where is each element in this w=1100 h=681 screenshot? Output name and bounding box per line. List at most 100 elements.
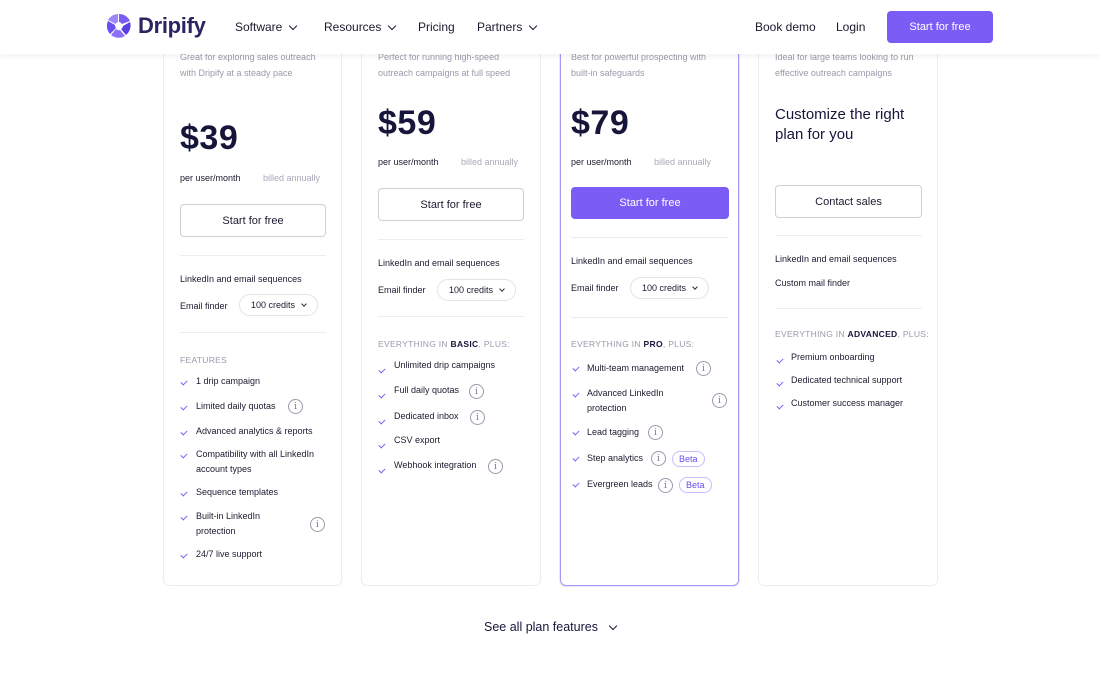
book-demo-label: Book demo — [755, 20, 816, 34]
section-suffix: , PLUS: — [662, 339, 695, 349]
chevron-down-icon — [608, 621, 618, 630]
start-free-button[interactable]: Start for free — [571, 187, 729, 219]
plan-price: $59 — [378, 104, 437, 142]
email-finder-label: Email finder — [571, 283, 619, 293]
email-finder-label: Email finder — [180, 301, 228, 311]
contact-sales-button[interactable]: Contact sales — [775, 185, 922, 218]
email-finder-label: Email finder — [378, 285, 426, 295]
section-heading: EVERYTHING IN ADVANCED, PLUS: — [775, 329, 929, 339]
credits-dropdown[interactable]: 100 credits — [239, 294, 319, 316]
login-link[interactable]: Login — [836, 20, 865, 34]
nav-resources-label: Resources — [324, 20, 382, 34]
price-unit: per user/month — [180, 173, 241, 183]
chevron-down-icon — [289, 21, 298, 30]
section-suffix: , PLUS: — [897, 329, 929, 339]
nav-resources[interactable]: Resources — [324, 20, 397, 34]
check-icon — [180, 551, 188, 559]
plan-card-advanced: Best for powerful prospecting with built… — [560, 20, 739, 586]
book-demo-link[interactable]: Book demo — [755, 20, 816, 34]
plan-price: $79 — [571, 104, 630, 142]
see-all-features-link[interactable]: See all plan features — [484, 620, 618, 634]
sequences-label: LinkedIn and email sequences — [180, 274, 302, 284]
price-unit: per user/month — [571, 157, 632, 167]
start-free-button[interactable]: Start for free — [180, 204, 326, 237]
feature-item: Advanced LinkedIn protection — [587, 388, 664, 413]
info-icon[interactable]: i — [712, 393, 727, 408]
divider — [571, 237, 729, 238]
feature-item: CSV export — [394, 435, 441, 445]
credits-dropdown[interactable]: 100 credits — [437, 279, 517, 301]
login-label: Login — [836, 20, 866, 34]
check-icon — [378, 466, 386, 474]
chevron-down-icon — [301, 301, 307, 307]
logo-wordmark: Dripify — [138, 13, 206, 38]
section-plan: PRO — [643, 339, 663, 349]
section-prefix: EVERYTHING IN — [571, 339, 641, 349]
check-icon — [378, 366, 386, 374]
info-icon[interactable]: i — [658, 478, 673, 493]
feature-item: Customer success manager — [791, 398, 904, 408]
plan-card-basic: Great for exploring sales outreach with … — [163, 20, 342, 586]
info-icon[interactable]: i — [488, 459, 503, 474]
nav-software[interactable]: Software — [235, 20, 298, 34]
feature-item: 24/7 live support — [196, 549, 263, 559]
divider — [775, 308, 922, 309]
check-icon — [180, 403, 188, 411]
nav-pricing[interactable]: Pricing — [418, 20, 455, 34]
feature-item: Lead tagging — [587, 427, 640, 437]
check-icon — [378, 441, 386, 449]
credits-value: 100 credits — [251, 300, 296, 310]
check-icon — [572, 390, 580, 398]
chevron-down-icon — [499, 286, 505, 292]
credits-dropdown[interactable]: 100 credits — [630, 277, 710, 299]
info-icon[interactable]: i — [651, 451, 666, 466]
divider — [180, 255, 326, 256]
feature-item: Sequence templates — [196, 487, 279, 497]
check-icon — [572, 454, 580, 462]
check-icon — [572, 364, 580, 372]
info-icon[interactable]: i — [648, 425, 663, 440]
info-icon[interactable]: i — [310, 517, 325, 532]
info-icon[interactable]: i — [288, 399, 303, 414]
info-icon[interactable]: i — [470, 410, 485, 425]
custom-plan-title: Customize the right plan for you — [775, 106, 905, 143]
check-icon — [572, 480, 580, 488]
section-suffix: , PLUS: — [478, 339, 510, 349]
check-icon — [180, 451, 188, 459]
feature-item: Full daily quotas — [394, 385, 460, 395]
feature-item: 1 drip campaign — [196, 376, 261, 386]
check-icon — [180, 378, 188, 386]
feature-item: Dedicated technical support — [791, 375, 903, 385]
section-plan: BASIC — [450, 339, 479, 349]
info-icon[interactable]: i — [469, 384, 484, 399]
divider — [571, 317, 729, 318]
nav-software-label: Software — [235, 20, 283, 34]
features-heading: FEATURES — [180, 355, 228, 365]
divider — [775, 235, 922, 236]
feature-item: Limited daily quotas — [196, 401, 276, 411]
section-plan: ADVANCED — [847, 329, 898, 339]
check-icon — [572, 428, 580, 436]
nav-partners[interactable]: Partners — [477, 20, 538, 34]
chevron-down-icon — [692, 284, 698, 290]
feature-item: Step analytics — [587, 453, 644, 463]
check-icon — [180, 489, 188, 497]
divider — [378, 316, 524, 317]
plan-card-enterprise: Ideal for large teams looking to run eff… — [758, 20, 938, 586]
plan-price: $39 — [180, 119, 239, 157]
section-heading: EVERYTHING IN BASIC, PLUS: — [378, 339, 510, 349]
chevron-down-icon — [388, 21, 397, 30]
feature-item: Dedicated inbox — [394, 411, 459, 421]
divider — [180, 332, 326, 333]
beta-badge: Beta — [672, 451, 705, 467]
start-free-button[interactable]: Start for free — [378, 188, 524, 221]
feature-item: Webhook integration — [394, 460, 477, 470]
mail-finder-label: Custom mail finder — [775, 278, 851, 288]
feature-item: Premium onboarding — [791, 352, 875, 362]
billing-note: billed annually — [654, 157, 712, 167]
credits-value: 100 credits — [642, 283, 687, 293]
billing-note: billed annually — [461, 157, 519, 167]
dripify-logo[interactable]: Dripify — [106, 13, 206, 39]
nav-start-free-button[interactable]: Start for free — [887, 11, 993, 43]
info-icon[interactable]: i — [696, 361, 711, 376]
